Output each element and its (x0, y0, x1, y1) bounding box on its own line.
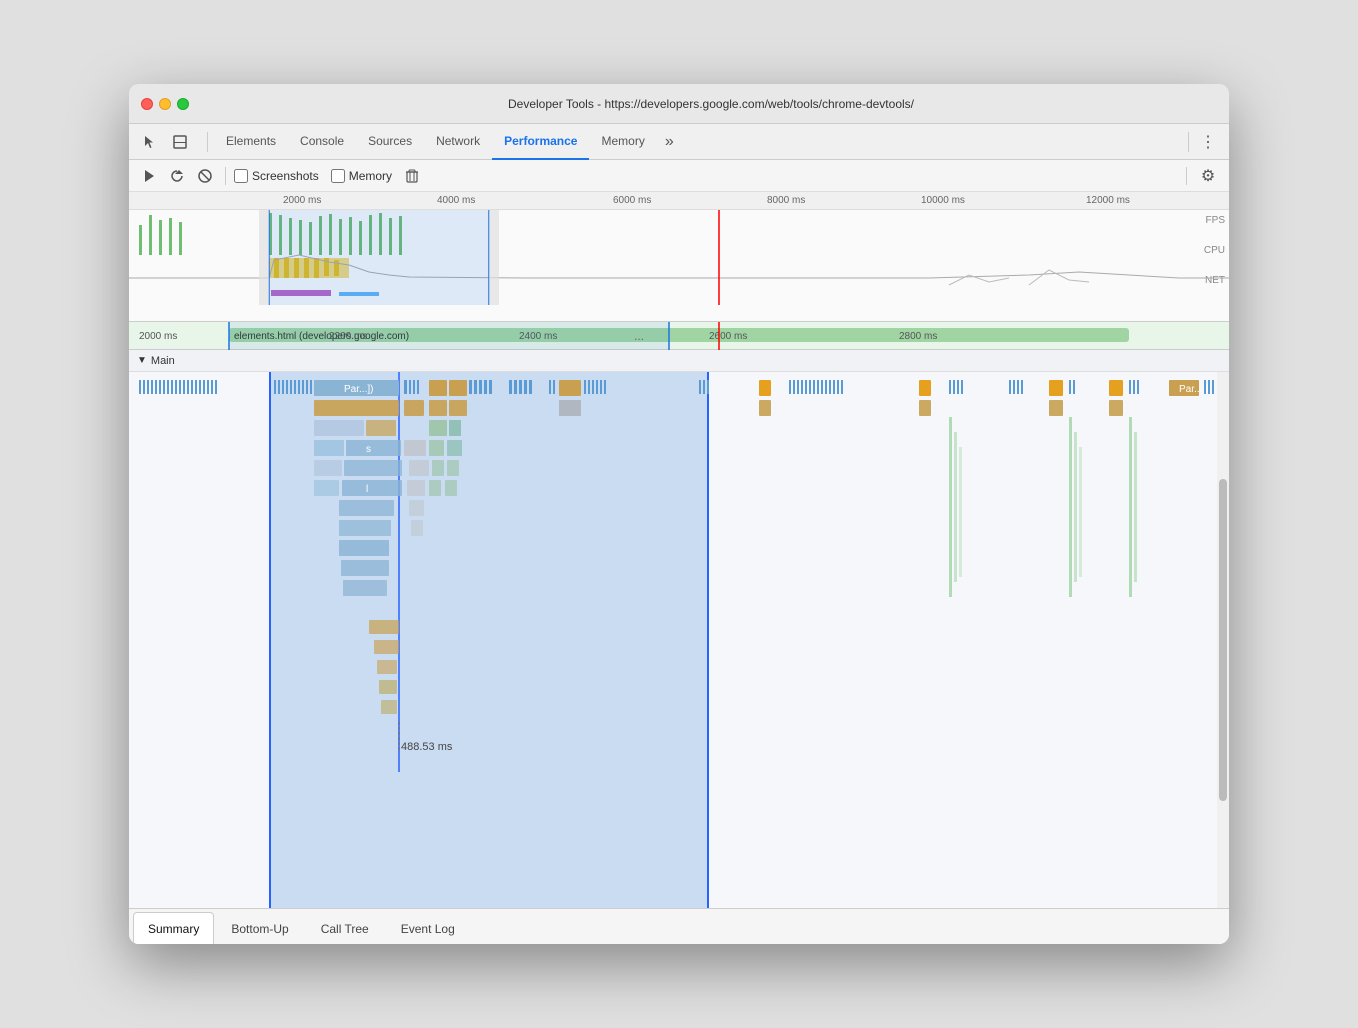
minimize-button[interactable] (159, 98, 171, 110)
timeline-strip: elements.html (developers.google.com) 20… (129, 322, 1229, 350)
overview-section: 2000 ms 4000 ms 6000 ms 8000 ms 10000 ms… (129, 192, 1229, 322)
dock-icon[interactable] (167, 129, 193, 155)
ruler-mark-12000: 12000 ms (1086, 195, 1130, 206)
record-button[interactable] (137, 164, 161, 188)
timeline-ruler: 2000 ms 4000 ms 6000 ms 8000 ms 10000 ms… (129, 192, 1229, 210)
toolbar: Screenshots Memory ⚙ (129, 160, 1229, 192)
cursor-icon[interactable] (137, 129, 163, 155)
svg-text:...: ... (634, 329, 644, 343)
svg-text:488.53 ms: 488.53 ms (401, 741, 453, 753)
section-label: Main (151, 355, 175, 367)
svg-text:l: l (366, 484, 368, 495)
svg-text:s: s (366, 444, 371, 455)
overview-chart: FPS CPU NET (129, 210, 1229, 322)
more-options-button[interactable]: ⋮ (1195, 129, 1221, 155)
close-button[interactable] (141, 98, 153, 110)
screenshots-checkbox-label[interactable]: Screenshots (234, 169, 319, 183)
memory-checkbox-label[interactable]: Memory (331, 169, 392, 183)
bottom-tabs: Summary Bottom-Up Call Tree Event Log (129, 908, 1229, 944)
performance-main: ▼ Main (129, 350, 1229, 944)
flame-chart-area[interactable]: Par...]) (129, 372, 1229, 908)
svg-text:2000 ms: 2000 ms (139, 331, 177, 342)
divider2 (1186, 167, 1187, 185)
traffic-lights (141, 98, 189, 110)
divider-right (1188, 132, 1189, 152)
tab-bottom-up[interactable]: Bottom-Up (216, 912, 303, 944)
ruler-mark-6000: 6000 ms (613, 195, 651, 206)
title-bar: Developer Tools - https://developers.goo… (129, 84, 1229, 124)
tab-summary[interactable]: Summary (133, 912, 214, 944)
overview-svg (129, 210, 1229, 322)
window-title: Developer Tools - https://developers.goo… (205, 97, 1217, 111)
reload-button[interactable] (165, 164, 189, 188)
collapse-arrow[interactable]: ▼ (137, 355, 147, 366)
vertical-scrollbar[interactable] (1217, 372, 1229, 908)
tab-sources[interactable]: Sources (356, 124, 424, 160)
tab-console[interactable]: Console (288, 124, 356, 160)
ruler-mark-4000: 4000 ms (437, 195, 475, 206)
tab-performance[interactable]: Performance (492, 124, 589, 160)
memory-checkbox[interactable] (331, 169, 345, 183)
clear-button[interactable] (193, 164, 217, 188)
tab-bar: Elements Console Sources Network Perform… (129, 124, 1229, 160)
tab-elements[interactable]: Elements (214, 124, 288, 160)
svg-text:2600 ms: 2600 ms (709, 331, 747, 342)
svg-text:2800 ms: 2800 ms (899, 331, 937, 342)
divider (207, 132, 208, 152)
settings-button[interactable]: ⚙ (1195, 163, 1221, 189)
tab-network[interactable]: Network (424, 124, 492, 160)
flame-chart-svg: Par...]) (129, 372, 1229, 908)
screenshots-checkbox[interactable] (234, 169, 248, 183)
tab-memory[interactable]: Memory (589, 124, 656, 160)
ruler-mark-8000: 8000 ms (767, 195, 805, 206)
svg-text:Par...]): Par...]) (344, 384, 373, 395)
tab-call-tree[interactable]: Call Tree (306, 912, 384, 944)
main-section-header: ▼ Main (129, 350, 1229, 372)
trash-button[interactable] (400, 164, 424, 188)
divider1 (225, 167, 226, 185)
more-tabs-button[interactable]: » (657, 133, 682, 151)
maximize-button[interactable] (177, 98, 189, 110)
scrollbar-thumb[interactable] (1219, 479, 1227, 801)
ruler-mark-10000: 10000 ms (921, 195, 965, 206)
ruler-mark-2000: 2000 ms (283, 195, 321, 206)
devtools-window: Developer Tools - https://developers.goo… (129, 84, 1229, 944)
tab-icons (137, 129, 193, 155)
timeline-strip-svg: elements.html (developers.google.com) 20… (129, 322, 1229, 350)
tab-event-log[interactable]: Event Log (386, 912, 470, 944)
